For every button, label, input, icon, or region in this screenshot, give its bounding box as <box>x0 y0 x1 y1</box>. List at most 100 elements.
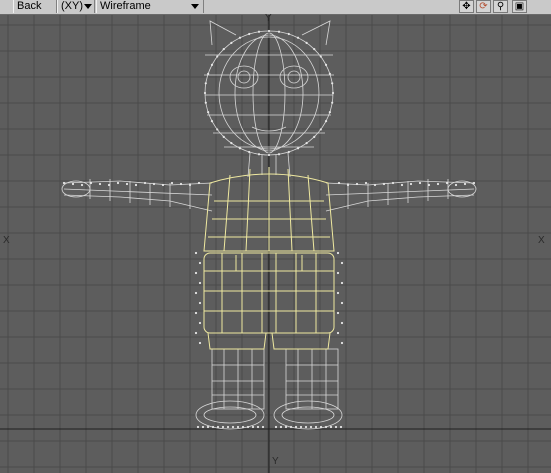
view-type-label: Back <box>17 0 42 12</box>
vertex-point <box>134 183 138 187</box>
zoom-view-icon[interactable]: ⚲ <box>493 0 508 13</box>
y-axis-top-label: Y <box>265 13 272 24</box>
vertex-point <box>309 425 313 429</box>
vertex-point <box>279 425 283 429</box>
x-axis-right-label: X <box>538 235 545 246</box>
vertex-point <box>98 182 102 186</box>
x-axis-left-label: X <box>3 235 10 246</box>
vertex-point <box>211 425 215 429</box>
vertex-point <box>238 36 242 39</box>
vertex-point <box>207 111 210 114</box>
grid <box>0 15 551 473</box>
move-view-icon[interactable]: ✥ <box>459 0 474 13</box>
chevron-down-icon <box>191 4 199 9</box>
vertex-point <box>287 32 290 36</box>
vertex-point <box>340 301 344 305</box>
vertex-point <box>287 150 290 154</box>
vertex-point <box>207 72 210 75</box>
vertex-point <box>62 181 66 185</box>
vertex-point <box>314 425 318 429</box>
vertex-point <box>284 425 288 429</box>
render-mode-dropdown[interactable]: Wireframe <box>96 0 204 13</box>
vertex-point <box>334 425 338 429</box>
vertex-point <box>257 30 261 33</box>
vertex-point <box>331 82 334 85</box>
3d-viewport[interactable]: X X Y Y <box>0 13 551 473</box>
rotate-view-icon[interactable]: ⟳ <box>476 0 491 13</box>
vertex-point <box>313 135 316 138</box>
vertex-point <box>196 425 200 429</box>
vertex-point <box>80 183 84 187</box>
vertex-point <box>313 48 316 51</box>
wireframe-canvas[interactable] <box>0 15 551 473</box>
vertex-point <box>324 120 328 123</box>
vertex-point <box>319 128 322 131</box>
vertex-point <box>373 183 377 187</box>
vertex-point <box>296 147 300 150</box>
vertex-point <box>198 261 202 265</box>
vertex-point <box>324 63 328 66</box>
viewport-toolbar: Back (XY) Wireframe ✥ ⟳ ⚲ ▣ <box>0 0 551 15</box>
vertex-point <box>143 181 147 185</box>
axis-dropdown[interactable]: (XY) <box>57 0 95 13</box>
vertex-point <box>226 425 230 429</box>
vertex-point <box>305 41 308 44</box>
vertex-point <box>248 150 251 154</box>
vertex-point <box>277 153 281 156</box>
vertex-point <box>382 182 386 186</box>
vertex-point <box>152 182 156 186</box>
vertex-point <box>400 183 404 187</box>
vertex-point <box>210 63 214 66</box>
vertex-point <box>241 425 245 429</box>
vertex-point <box>337 181 341 185</box>
vertex-point <box>267 153 271 157</box>
vertex-point <box>436 182 440 186</box>
vertex-point <box>346 183 350 187</box>
vertex-point <box>246 425 250 429</box>
vertex-point <box>188 183 192 187</box>
vertex-point <box>198 341 202 345</box>
vertex-point <box>204 82 207 85</box>
vertex-point <box>230 41 233 44</box>
axis-label: (XY) <box>61 0 83 12</box>
vertex-point <box>267 29 271 33</box>
view-type-dropdown[interactable]: Back <box>13 0 57 13</box>
render-mode-label: Wireframe <box>100 0 151 12</box>
vertex-point <box>116 181 120 185</box>
vertex-point <box>329 425 333 429</box>
vertex-point <box>304 425 308 429</box>
vertex-point <box>340 261 344 265</box>
vertex-point <box>230 142 233 145</box>
axes <box>0 15 551 473</box>
vertex-point <box>238 147 242 150</box>
vertex-point <box>319 55 322 58</box>
vertex-point <box>221 425 225 429</box>
vertex-point <box>296 36 300 39</box>
vertex-point <box>336 291 340 295</box>
vertex-point <box>328 72 331 75</box>
vertex-point <box>319 425 323 429</box>
vertex-point <box>277 30 281 33</box>
vertex-point <box>336 311 340 315</box>
vertex-point <box>194 251 198 255</box>
vertex-point <box>216 425 220 429</box>
vertex-point <box>328 111 331 114</box>
vertex-point <box>179 182 183 186</box>
vertex-point <box>324 425 328 429</box>
vertex-point <box>248 32 251 36</box>
vertex-point <box>222 48 225 51</box>
maximize-view-icon[interactable]: ▣ <box>512 0 527 13</box>
vertex-point <box>161 183 165 187</box>
vertex-point <box>194 291 198 295</box>
vertex-point <box>257 153 261 156</box>
vertex-point <box>198 281 202 285</box>
vertex-point <box>216 128 219 131</box>
vertex-point <box>89 181 93 185</box>
vertex-point <box>203 91 207 95</box>
vertex-point <box>340 321 344 325</box>
vertex-point <box>170 181 174 185</box>
vertex-point <box>340 281 344 285</box>
vertex-point <box>236 425 240 429</box>
vertex-point <box>339 425 343 429</box>
vertex-point <box>445 181 449 185</box>
